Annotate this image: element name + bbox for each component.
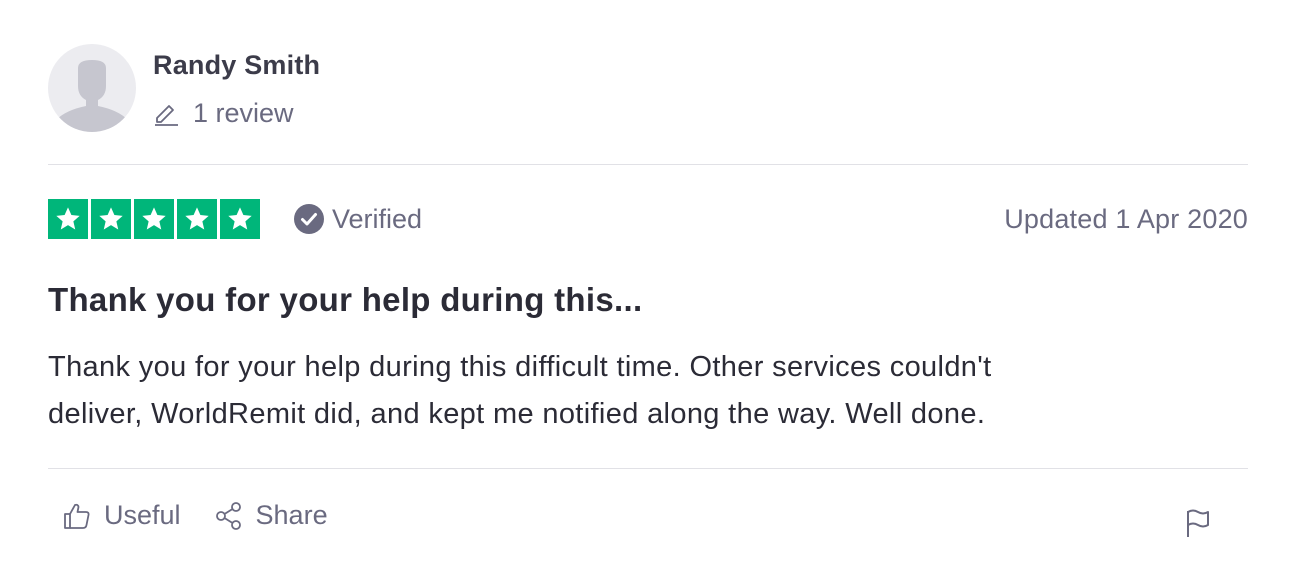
review-text-line: deliver, WorldRemit did, and kept me not… — [48, 398, 986, 430]
pencil-icon — [155, 105, 178, 126]
divider — [48, 164, 1248, 165]
star-box — [48, 199, 88, 239]
useful-label: Useful — [104, 500, 181, 530]
person-silhouette-icon — [56, 60, 128, 132]
review-actions: Useful Share — [62, 500, 328, 531]
review-title[interactable]: Thank you for your help during this... — [48, 280, 642, 320]
star-icon — [228, 207, 252, 230]
verified-label: Verified — [332, 203, 423, 234]
consumer-header: Randy Smith 1 review — [48, 44, 320, 132]
flag-icon[interactable] — [1184, 508, 1212, 538]
share-button[interactable]: Share — [214, 500, 328, 531]
verified-badge[interactable]: Verified — [293, 203, 422, 235]
review-count: 1 review — [153, 98, 320, 128]
consumer-info: Randy Smith 1 review — [153, 44, 320, 128]
star-rating — [48, 199, 260, 239]
share-label: Share — [255, 500, 328, 530]
consumer-name[interactable]: Randy Smith — [153, 50, 320, 80]
star-box — [220, 199, 260, 239]
review-text: Thank you for your help during this diff… — [48, 344, 1228, 438]
star-icon — [185, 207, 209, 230]
rating-row: Verified Updated 1 Apr 2020 — [48, 198, 1248, 240]
star-icon — [56, 207, 80, 230]
share-icon — [215, 501, 241, 530]
star-box — [177, 199, 217, 239]
star-icon — [99, 207, 123, 230]
review-text-line: Thank you for your help during this diff… — [48, 351, 992, 383]
check-circle-icon — [294, 204, 324, 234]
useful-button[interactable]: Useful — [62, 500, 181, 531]
review-date: Updated 1 Apr 2020 — [1004, 203, 1248, 234]
review-count-label: 1 review — [193, 98, 294, 128]
divider — [48, 468, 1248, 469]
star-box — [91, 199, 131, 239]
thumbs-up-icon — [64, 503, 90, 529]
star-icon — [142, 207, 166, 230]
avatar[interactable] — [48, 44, 136, 132]
star-box — [134, 199, 174, 239]
review-card: Randy Smith 1 review Verified Updated 1 … — [48, 0, 1248, 582]
